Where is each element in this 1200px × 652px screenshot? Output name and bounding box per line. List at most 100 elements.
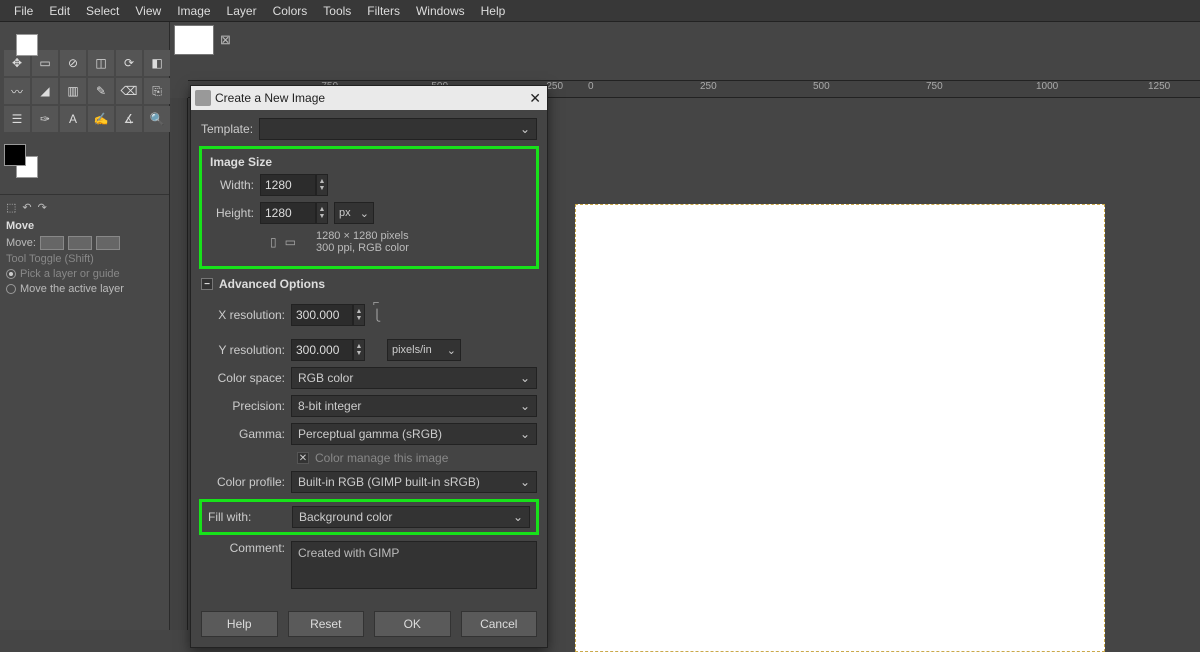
colorspace-select[interactable]: RGB color ⌄	[291, 367, 537, 389]
dialog-close-icon[interactable]: ✕	[529, 90, 541, 107]
radio-move-active[interactable]	[6, 284, 16, 294]
paths-icon[interactable]: ✑	[32, 106, 58, 132]
width-input[interactable]	[260, 174, 316, 196]
dialog-app-icon	[195, 90, 211, 106]
yres-spinner[interactable]: ▲▼	[353, 339, 365, 361]
color-swatches[interactable]	[4, 144, 46, 186]
height-label: Height:	[210, 206, 260, 220]
colorprofile-label: Color profile:	[201, 475, 291, 489]
res-unit-select[interactable]: pixels/in⌄	[387, 339, 461, 361]
size-unit-select[interactable]: px⌄	[334, 202, 374, 224]
radio-move-active-label: Move the active layer	[20, 283, 124, 295]
toolbox-panel: ✥ ▭ ⊘ ◫ ⟳ ◧ 〰 ◢ ▥ ✎ ⌫ ⎘ ☰ ✑ A ✍ ∡ 🔍 ⬚ ↶ …	[0, 22, 170, 630]
mini-swatch[interactable]	[16, 34, 38, 56]
colormanage-checkbox[interactable]: ✕	[297, 452, 309, 464]
menu-windows[interactable]: Windows	[408, 1, 473, 21]
landscape-icon[interactable]: ▭	[285, 235, 296, 249]
menu-help[interactable]: Help	[473, 1, 514, 21]
ruler-tick: 250	[700, 81, 717, 92]
pencil-icon[interactable]: ✎	[88, 78, 114, 104]
chevron-down-icon: ⌄	[520, 122, 530, 136]
crop-icon[interactable]: ◫	[88, 50, 114, 76]
advanced-options-title: Advanced Options	[219, 277, 325, 291]
transform-icon[interactable]: ◧	[144, 50, 170, 76]
precision-value: 8-bit integer	[298, 399, 361, 413]
colorprofile-select[interactable]: Built-in RGB (GIMP built-in sRGB) ⌄	[291, 471, 537, 493]
clone-icon[interactable]: ⎘	[144, 78, 170, 104]
ruler-tick: 750	[926, 81, 943, 92]
ruler-tick: 500	[813, 81, 830, 92]
lasso-icon[interactable]: ⊘	[60, 50, 86, 76]
rotate-icon[interactable]: ⟳	[116, 50, 142, 76]
fg-color-swatch[interactable]	[4, 144, 26, 166]
eraser-icon[interactable]: ⌫	[116, 78, 142, 104]
yres-input[interactable]	[291, 339, 353, 361]
cancel-button[interactable]: Cancel	[461, 611, 538, 637]
menu-bar: File Edit Select View Image Layer Colors…	[0, 0, 1200, 22]
menu-layer[interactable]: Layer	[219, 1, 265, 21]
tooloptions-tab-icon-2[interactable]: ↶	[22, 201, 31, 214]
fill-with-row: Fill with: Background color⌄	[199, 499, 539, 535]
ok-button[interactable]: OK	[374, 611, 451, 637]
tool-options-panel: ⬚ ↶ ↷ Move Move: Tool Toggle (Shift) Pic…	[0, 194, 169, 302]
chevron-down-icon: ⌄	[520, 371, 530, 385]
comment-textarea[interactable]: Created with GIMP	[291, 541, 537, 589]
image-tabstrip: ⊠	[170, 22, 1200, 58]
advanced-options-toggle[interactable]: − Advanced Options	[201, 277, 537, 291]
move-mode-layer-icon[interactable]	[40, 236, 64, 250]
zoom-icon[interactable]: 🔍	[144, 106, 170, 132]
menu-file[interactable]: File	[6, 1, 41, 21]
collapse-icon: −	[201, 278, 213, 290]
fillwith-select[interactable]: Background color⌄	[292, 506, 530, 528]
chevron-down-icon: ⌄	[520, 399, 530, 413]
tool-toggle-label: Tool Toggle (Shift)	[6, 253, 163, 265]
chevron-down-icon: ⌄	[520, 475, 530, 489]
help-button[interactable]: Help	[201, 611, 278, 637]
dialog-titlebar[interactable]: Create a New Image ✕	[191, 86, 547, 110]
measure-icon[interactable]: ∡	[116, 106, 142, 132]
bucket-icon[interactable]: ◢	[32, 78, 58, 104]
warp-icon[interactable]: 〰	[4, 78, 30, 104]
dialog-button-row: Help Reset OK Cancel	[191, 603, 547, 647]
xres-input[interactable]	[291, 304, 353, 326]
imagesize-info-line2: 300 ppi, RGB color	[316, 242, 409, 254]
link-resolution-icon[interactable]: ⌐⎩	[369, 297, 385, 333]
menu-tools[interactable]: Tools	[315, 1, 359, 21]
gamma-select[interactable]: Perceptual gamma (sRGB)⌄	[291, 423, 537, 445]
chevron-down-icon: ⌄	[447, 344, 456, 357]
tooloptions-tab-icon[interactable]: ⬚	[6, 201, 16, 214]
radio-pick-layer[interactable]	[6, 269, 16, 279]
move-mode-path-icon[interactable]	[96, 236, 120, 250]
text-icon[interactable]: A	[60, 106, 86, 132]
tooloptions-tab-icon-3[interactable]: ↷	[38, 201, 47, 214]
reset-button[interactable]: Reset	[288, 611, 365, 637]
gamma-label: Gamma:	[201, 427, 291, 441]
colorprofile-value: Built-in RGB (GIMP built-in sRGB)	[298, 475, 480, 489]
width-spinner[interactable]: ▲▼	[316, 174, 328, 196]
menu-edit[interactable]: Edit	[41, 1, 78, 21]
menu-select[interactable]: Select	[78, 1, 127, 21]
move-mode-selection-icon[interactable]	[68, 236, 92, 250]
precision-select[interactable]: 8-bit integer ⌄	[291, 395, 537, 417]
menu-image[interactable]: Image	[169, 1, 218, 21]
portrait-icon[interactable]: ▯	[270, 235, 277, 249]
colorspace-value: RGB color	[298, 371, 353, 385]
height-spinner[interactable]: ▲▼	[316, 202, 328, 224]
precision-label: Precision:	[201, 399, 291, 413]
smudge-icon[interactable]: ☰	[4, 106, 30, 132]
template-select[interactable]: ⌄	[259, 118, 537, 140]
gradient-icon[interactable]: ▥	[60, 78, 86, 104]
picker-icon[interactable]: ✍	[88, 106, 114, 132]
image-size-group: Image Size Width: ▲▼ Height: ▲▼ px⌄ ▯ ▭ …	[199, 146, 539, 269]
height-input[interactable]	[260, 202, 316, 224]
chevron-down-icon: ⌄	[513, 510, 523, 524]
image-tab-close-icon[interactable]: ⊠	[220, 32, 231, 48]
menu-filters[interactable]: Filters	[359, 1, 408, 21]
menu-view[interactable]: View	[127, 1, 169, 21]
template-label: Template:	[201, 122, 253, 136]
menu-colors[interactable]: Colors	[265, 1, 316, 21]
chevron-down-icon: ⌄	[520, 427, 530, 441]
canvas[interactable]	[575, 204, 1105, 652]
image-tab-thumb[interactable]	[174, 25, 214, 55]
xres-spinner[interactable]: ▲▼	[353, 304, 365, 326]
